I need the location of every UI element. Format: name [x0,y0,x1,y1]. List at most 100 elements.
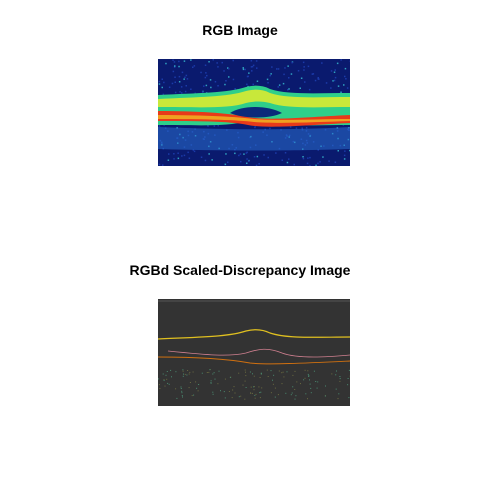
rgbd-speckle-dot [304,369,306,371]
rgbd-speckle-dot [308,375,310,377]
rgbd-speckle-dot [316,387,318,389]
rgb-noise-dot [161,86,163,89]
rgb-noise-dot [204,159,207,162]
rgbd-speckle-dot [270,370,272,372]
rgbd-speckle-dot [348,397,350,399]
rgbd-speckle-dot [193,394,195,396]
rgbd-speckle-dot [188,387,190,389]
rgbd-speckle-dot [192,371,194,373]
rgbd-speckle-dot [163,379,165,381]
rgbd-speckle-dot [313,370,315,372]
rgb-noise-dot [178,75,181,78]
rgb-noise-dot [334,69,336,71]
rgbd-speckle-dot [278,370,280,372]
rgb-noise-dot [173,158,175,160]
rgb-noise-dot [333,71,336,73]
rgbd-speckle-dot [168,383,170,385]
rgb-noise-dot [188,157,191,159]
rgb-noise-dot [295,127,298,129]
rgbd-speckle-dot [240,395,242,397]
rgbd-speckle-dot [244,380,246,382]
rgb-noise-dot [287,89,289,91]
rgb-noise-dot [291,61,293,64]
rgb-noise-dot [318,78,320,80]
rgb-noise-dot [174,91,177,94]
rgb-noise-dot [312,73,315,75]
rgb-noise-dot [267,82,269,84]
rgb-noise-dot [337,85,340,87]
rgb-noise-dot [282,82,285,85]
rgbd-speckle-dot [309,383,311,385]
rgb-noise-dot [228,68,230,70]
rgb-noise-dot [193,150,196,153]
rgbd-speckle-dot [233,386,235,388]
rgb-noise-dot [284,67,286,69]
rgbd-speckle-dot [251,392,253,394]
rgb-noise-dot [177,152,179,154]
rgbd-speckle-dot [335,388,337,390]
rgbd-speckle-dot [259,377,261,378]
rgb-noise-dot [299,87,301,89]
rgbd-speckle-dot [201,372,203,374]
rgbd-speckle-dot [182,375,184,377]
rgb-noise-dot [240,160,242,163]
rgbd-speckle-dot [187,370,189,371]
rgb-noise-dot [173,153,175,155]
rgbd-speckle-dot [182,396,183,398]
rgb-noise-dot [178,65,180,68]
rgbd-speckle-dot [252,373,253,375]
rgb-noise-dot [177,157,180,160]
rgb-noise-dot [225,153,227,155]
rgbd-speckle-dot [290,394,292,396]
rgbd-speckle-dot [260,373,262,375]
rgb-noise-dot [309,165,311,166]
rgb-noise-dot [232,78,235,81]
rgbd-speckle-dot [292,374,294,376]
rgb-noise-dot [201,91,204,93]
rgbd-speckle-dot [189,371,191,373]
rgb-noise-dot [252,83,254,86]
rgbd-speckle-dot [335,374,337,376]
rgb-noise-dot [163,81,165,84]
rgb-oct-svg [158,59,350,166]
rgb-noise-dot [190,88,192,90]
rgbd-speckle-dot [259,392,261,394]
rgbd-speckle-dot [282,371,284,373]
rgb-noise-dot [165,62,167,65]
rgbd-speckle-dot [308,376,310,377]
rgb-noise-dot [247,75,249,78]
rgbd-speckle-dot [234,392,236,394]
rgb-noise-dot [340,91,342,93]
rgb-noise-dot [255,60,258,62]
rgb-noise-dot [303,69,305,71]
rgbd-speckle-dot [164,385,166,387]
rgb-noise-dot [161,78,163,80]
rgbd-speckle-dot [274,396,276,398]
rgbd-speckle-dot [210,380,212,382]
rgbd-speckle-dot [182,370,184,372]
rgb-noise-dot [224,163,227,166]
rgbd-speckle-dot [232,389,234,391]
rgb-noise-dot [213,125,216,127]
rgb-noise-dot [228,76,230,78]
rgb-noise-dot [271,66,273,68]
rgbd-speckle-dot [266,369,268,371]
rgb-noise-dot [209,79,212,81]
rgb-noise-dot [242,67,244,69]
rgb-noise-dot [263,154,265,156]
rgb-noise-dot [210,86,212,89]
rgbd-speckle-dot [214,378,216,380]
rgb-noise-dot [337,150,339,152]
rgb-noise-dot [158,83,161,85]
rgb-noise-dot [307,65,310,68]
rgb-noise-dot [344,67,347,70]
rgb-noise-dot [306,162,309,165]
rgb-noise-dot [346,87,349,89]
rgb-noise-dot [178,60,180,63]
rgbd-speckle-dot [210,382,212,384]
rgb-noise-dot [174,81,176,83]
rgb-noise-dot [325,82,328,84]
rgb-noise-dot [269,127,271,130]
rgbd-speckle-dot [220,390,221,392]
rgb-noise-dot [250,60,253,62]
